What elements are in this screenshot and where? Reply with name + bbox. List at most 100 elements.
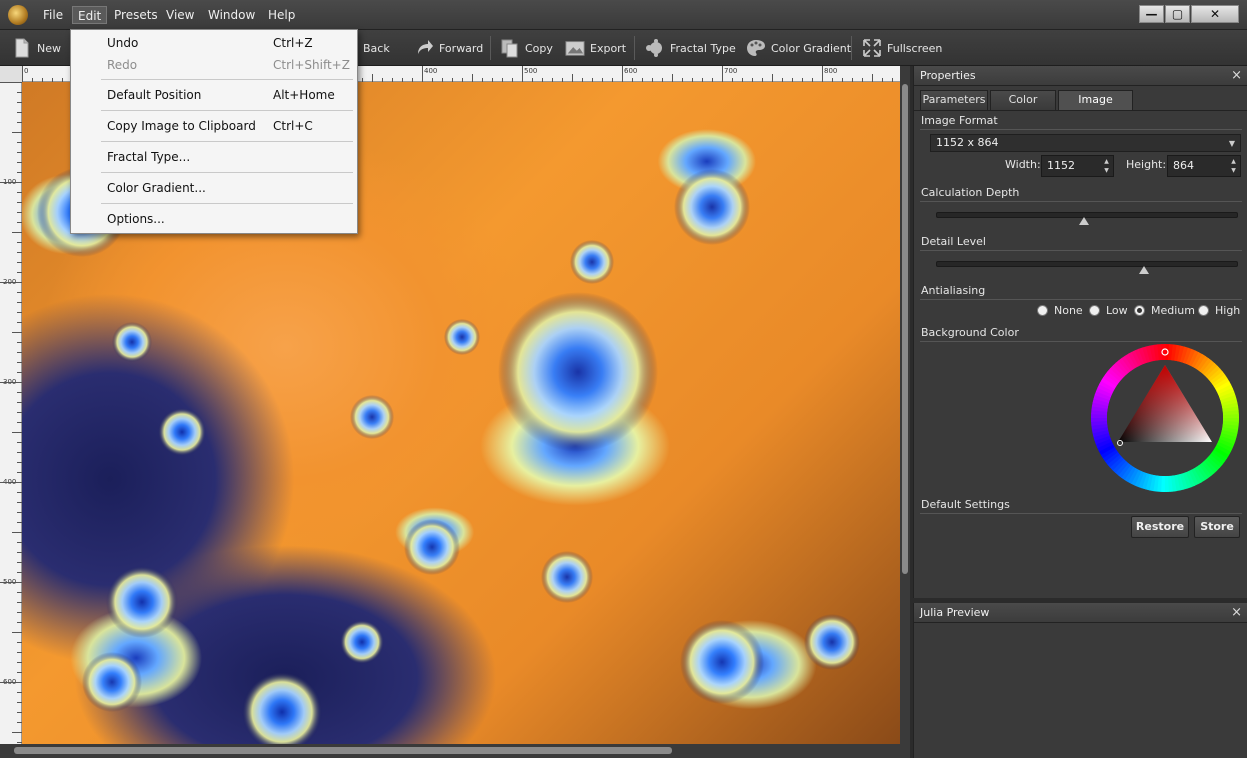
fractal-type-label: Fractal Type [670, 41, 736, 55]
menu-item-copy-image[interactable]: Copy Image to Clipboard Ctrl+C [72, 115, 356, 137]
slider-thumb-icon[interactable] [1139, 266, 1150, 274]
height-input[interactable]: 864 ▲ ▼ [1167, 155, 1241, 177]
tab-underline [914, 110, 1247, 111]
export-label: Export [590, 41, 627, 55]
maximize-button[interactable]: ▢ [1165, 5, 1190, 23]
ruler-left-ticks [0, 82, 22, 743]
properties-header: Properties × [914, 66, 1247, 86]
properties-title: Properties [920, 69, 976, 82]
menu-item-options[interactable]: Options... [72, 208, 356, 230]
width-value: 1152 [1047, 159, 1075, 172]
antialiasing-label: Antialiasing [921, 284, 986, 297]
radio-label-medium: Medium [1151, 304, 1195, 317]
fullscreen-icon [863, 39, 881, 57]
color-wheel-picker[interactable] [1090, 343, 1240, 493]
menu-separator [101, 172, 353, 173]
slider-thumb-icon[interactable] [1078, 217, 1089, 225]
menu-item-default-position[interactable]: Default Position Alt+Home [72, 84, 356, 106]
menu-item-undo[interactable]: Undo Ctrl+Z [72, 32, 356, 54]
detail-level-slider[interactable] [936, 261, 1238, 267]
tab-image[interactable]: Image [1058, 90, 1133, 110]
radio-high[interactable] [1198, 305, 1209, 316]
image-format-value: 1152 x 864 [936, 136, 999, 149]
menu-item-shortcut: Ctrl+C [273, 119, 313, 133]
image-format-select[interactable]: 1152 x 864 ▼ [930, 134, 1241, 152]
toolbar-separator [490, 36, 491, 60]
app-logo-icon [8, 5, 28, 25]
menu-item-fractal-type[interactable]: Fractal Type... [72, 146, 356, 168]
fractal-type-button[interactable]: Fractal Type [645, 36, 736, 60]
menu-item-label: Copy Image to Clipboard [107, 119, 256, 133]
menu-item-shortcut: Alt+Home [273, 88, 335, 102]
radio-medium[interactable] [1134, 305, 1145, 316]
menu-item-label: Redo [107, 58, 138, 72]
radio-low[interactable] [1089, 305, 1100, 316]
export-button[interactable]: Export [565, 36, 626, 60]
image-format-label: Image Format [921, 114, 998, 127]
menu-item-label: Default Position [107, 88, 202, 102]
color-gradient-label: Color Gradient [771, 41, 852, 55]
menu-item-shortcut: Ctrl+Z [273, 36, 313, 50]
color-gradient-button[interactable]: Color Gradient [746, 36, 851, 60]
spin-arrows-icon[interactable]: ▲ ▼ [1228, 157, 1239, 175]
close-icon[interactable]: × [1231, 66, 1242, 86]
horizontal-scroll-thumb[interactable] [14, 747, 672, 754]
section-divider [920, 129, 1242, 130]
fractal-icon [646, 39, 662, 57]
julia-preview-panel: Julia Preview × [913, 603, 1247, 758]
forward-button[interactable]: Forward [414, 36, 483, 60]
default-settings-label: Default Settings [921, 498, 1010, 511]
menu-window[interactable]: Window [203, 6, 260, 24]
minimize-button[interactable]: — [1139, 5, 1164, 23]
width-input[interactable]: 1152 ▲ ▼ [1041, 155, 1114, 177]
restore-button[interactable]: Restore [1131, 516, 1189, 538]
new-label: New [37, 41, 61, 55]
height-value: 864 [1173, 159, 1194, 172]
store-button[interactable]: Store [1194, 516, 1240, 538]
menu-item-color-gradient[interactable]: Color Gradient... [72, 177, 356, 199]
section-divider [920, 201, 1242, 202]
fullscreen-label: Fullscreen [887, 41, 943, 55]
menu-separator [101, 141, 353, 142]
section-divider [920, 250, 1242, 251]
section-divider [920, 341, 1242, 342]
background-color-label: Background Color [921, 326, 1019, 339]
toolbar-separator [634, 36, 635, 60]
menu-presets[interactable]: Presets [109, 6, 163, 24]
edit-dropdown-menu: Undo Ctrl+Z Redo Ctrl+Shift+Z Default Po… [70, 29, 358, 234]
title-bar: File Edit Presets View Window Help — ▢ ✕ [0, 0, 1247, 30]
palette-icon [747, 40, 765, 56]
close-window-button[interactable]: ✕ [1191, 5, 1239, 23]
menu-item-label: Undo [107, 36, 139, 50]
radio-none[interactable] [1037, 305, 1048, 316]
new-document-icon [15, 38, 29, 58]
menu-edit[interactable]: Edit [72, 6, 108, 24]
menu-item-label: Fractal Type... [107, 150, 191, 164]
radio-label-low: Low [1106, 304, 1128, 317]
menu-separator [101, 203, 353, 204]
copy-button[interactable]: Copy [500, 36, 553, 60]
height-label: Height: [1126, 158, 1167, 171]
copy-label: Copy [525, 41, 553, 55]
forward-label: Forward [439, 41, 484, 55]
menu-separator [101, 110, 353, 111]
new-button[interactable]: New [12, 36, 61, 60]
spin-arrows-icon[interactable]: ▲ ▼ [1101, 157, 1112, 175]
tab-color[interactable]: Color [990, 90, 1056, 110]
back-label: Back [363, 41, 390, 55]
toolbar-separator [851, 36, 852, 60]
menu-view[interactable]: View [161, 6, 199, 24]
section-divider [920, 513, 1242, 514]
calculation-depth-label: Calculation Depth [921, 186, 1020, 199]
menu-separator [101, 79, 353, 80]
vertical-scroll-thumb[interactable] [902, 84, 908, 574]
section-divider [920, 299, 1242, 300]
close-icon[interactable]: × [1231, 603, 1242, 623]
menu-help[interactable]: Help [263, 6, 300, 24]
ruler-corner [0, 66, 22, 82]
fullscreen-button[interactable]: Fullscreen [862, 36, 942, 60]
menu-file[interactable]: File [38, 6, 68, 24]
tab-parameters[interactable]: Parameters [920, 90, 988, 110]
forward-arrow-icon [418, 40, 433, 54]
menu-item-shortcut: Ctrl+Shift+Z [273, 58, 350, 72]
